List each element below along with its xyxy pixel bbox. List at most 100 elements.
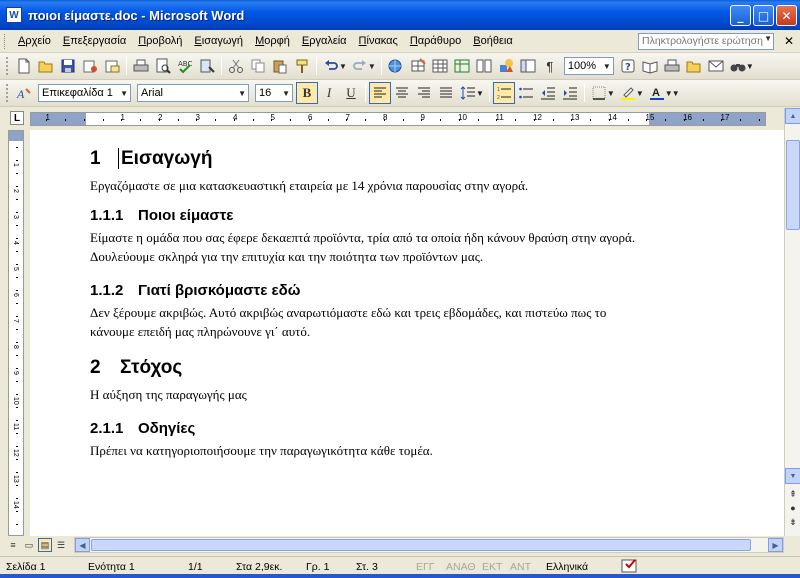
close-button[interactable]: ✕ xyxy=(776,5,797,26)
hyperlink-icon[interactable] xyxy=(385,55,407,77)
font-select[interactable]: Arial ▼ xyxy=(137,84,249,102)
mail-icon[interactable] xyxy=(705,55,727,77)
outline-view-icon[interactable]: ☰ xyxy=(54,538,68,552)
next-page-icon[interactable]: ⇟ xyxy=(787,516,799,528)
underline-button[interactable]: U xyxy=(340,82,362,104)
horizontal-ruler[interactable]: 1 1 2 3 4 5 6 7 8 9 10 11 12 13 14 15 16 17 xyxy=(30,112,766,126)
redo-dropdown-icon[interactable]: ▼ xyxy=(368,62,376,71)
folder-icon[interactable] xyxy=(683,55,705,77)
select-browse-object-icon[interactable]: ● xyxy=(787,502,799,514)
italic-button[interactable]: I xyxy=(318,82,340,104)
window-title: ποιοι είμαστε.doc - Microsoft Word xyxy=(28,7,245,23)
document-area[interactable]: 1 Εισαγωγή Εργαζόμαστε σε μια κατασκευασ… xyxy=(30,130,784,536)
chevron-down-icon[interactable]: ▼ xyxy=(672,89,680,98)
menu-help[interactable]: Βοήθεια xyxy=(467,35,518,47)
toolbar-grip[interactable] xyxy=(6,57,9,75)
research-icon[interactable] xyxy=(196,55,218,77)
horizontal-scrollbar[interactable]: ◀ ▶ xyxy=(74,537,784,553)
chevron-down-icon[interactable]: ▼ xyxy=(746,62,754,71)
web-layout-icon[interactable]: ▭ xyxy=(22,538,36,552)
show-formatting-icon[interactable]: ¶ xyxy=(539,55,561,77)
normal-view-icon[interactable]: ≡ xyxy=(6,538,20,552)
toolbar-grip[interactable] xyxy=(6,84,9,102)
status-language: Ελληνικά xyxy=(546,561,589,573)
heading-2-who-we-are: 1.1.1 Ποιοι είμαστε xyxy=(90,207,650,224)
print-icon[interactable] xyxy=(130,55,152,77)
print-layout-icon[interactable]: ▤ xyxy=(38,538,52,552)
scroll-down-arrow-icon[interactable]: ▼ xyxy=(785,468,800,484)
read-icon[interactable] xyxy=(639,55,661,77)
print-preview-icon[interactable] xyxy=(152,55,174,77)
menu-grip[interactable] xyxy=(4,33,7,49)
horizontal-scroll-thumb[interactable] xyxy=(91,539,751,551)
word-app-icon[interactable]: W xyxy=(6,7,22,23)
status-overtype[interactable]: ΑΝΤ xyxy=(510,561,531,573)
menu-tools[interactable]: Εργαλεία xyxy=(296,35,353,47)
align-left-button[interactable] xyxy=(369,82,391,104)
maximize-button[interactable]: □ xyxy=(753,5,774,26)
minimize-button[interactable]: _ xyxy=(730,5,751,26)
insert-excel-icon[interactable] xyxy=(451,55,473,77)
bold-button[interactable]: B xyxy=(296,82,318,104)
decrease-indent-button[interactable] xyxy=(537,82,559,104)
copy-icon[interactable] xyxy=(247,55,269,77)
print2-icon[interactable] xyxy=(661,55,683,77)
align-right-button[interactable] xyxy=(413,82,435,104)
scroll-up-arrow-icon[interactable]: ▲ xyxy=(785,108,800,124)
save-icon[interactable] xyxy=(57,55,79,77)
status-track-changes[interactable]: ΑΝΑΘ xyxy=(446,561,476,573)
cut-icon[interactable] xyxy=(225,55,247,77)
styles-icon[interactable]: A xyxy=(13,82,35,104)
scroll-left-arrow-icon[interactable]: ◀ xyxy=(75,538,90,552)
document-map-icon[interactable] xyxy=(517,55,539,77)
justify-button[interactable] xyxy=(435,82,457,104)
chevron-down-icon[interactable]: ▼ xyxy=(636,89,644,98)
tab-selector[interactable]: L xyxy=(10,111,24,125)
tables-borders-icon[interactable] xyxy=(407,55,429,77)
help-icon[interactable]: ? xyxy=(617,55,639,77)
format-painter-icon[interactable] xyxy=(291,55,313,77)
permission-icon[interactable] xyxy=(79,55,101,77)
ask-question-input[interactable]: Πληκτρολογήστε ερώτηση xyxy=(638,33,774,50)
vertical-scrollbar[interactable]: ▲ ▼ ⇞ ● ⇟ xyxy=(784,108,800,536)
status-extend[interactable]: ΕΚΤ xyxy=(482,561,502,573)
style-select[interactable]: Επικεφαλίδα 1 ▼ xyxy=(38,84,131,102)
ruler-tick xyxy=(16,186,18,187)
numbering-button[interactable]: 12 xyxy=(492,82,515,104)
ruler-tick xyxy=(402,119,404,121)
chevron-down-icon[interactable]: ▼ xyxy=(476,89,484,98)
scroll-thumb[interactable] xyxy=(786,140,800,230)
chevron-down-icon[interactable]: ▼ xyxy=(607,89,615,98)
menu-table[interactable]: Πίνακας xyxy=(353,35,404,47)
font-size-select[interactable]: 16 ▼ xyxy=(255,84,293,102)
menu-file[interactable]: Αρχείο xyxy=(12,35,57,47)
previous-page-icon[interactable]: ⇞ xyxy=(787,488,799,500)
align-center-button[interactable] xyxy=(391,82,413,104)
bullets-button[interactable] xyxy=(515,82,537,104)
menu-insert[interactable]: Εισαγωγή xyxy=(188,35,249,47)
chevron-down-icon[interactable]: ▼ xyxy=(764,34,772,43)
menu-window[interactable]: Παράθυρο xyxy=(404,35,467,47)
undo-dropdown-icon[interactable]: ▼ xyxy=(339,62,347,71)
paragraph: Είμαστε η ομάδα που σας έφερε δεκαεπτά π… xyxy=(90,230,636,264)
vertical-ruler[interactable]: 1 2 3 4 5 6 7 8 9 10 11 12 13 14 xyxy=(8,130,24,536)
status-record[interactable]: ΕΓΓ xyxy=(416,561,435,573)
document-page[interactable]: 1 Εισαγωγή Εργαζόμαστε σε μια κατασκευασ… xyxy=(90,148,650,460)
email-icon[interactable] xyxy=(101,55,123,77)
increase-indent-button[interactable] xyxy=(559,82,581,104)
menu-view[interactable]: Προβολή xyxy=(132,35,188,47)
menu-edit[interactable]: Επεξεργασία xyxy=(57,35,132,47)
insert-table-icon[interactable] xyxy=(429,55,451,77)
spelling-icon[interactable]: ABC xyxy=(174,55,196,77)
scroll-right-arrow-icon[interactable]: ▶ xyxy=(768,538,783,552)
new-document-icon[interactable] xyxy=(13,55,35,77)
menu-format[interactable]: Μορφή xyxy=(249,35,296,47)
zoom-select[interactable]: 100% ▼ xyxy=(563,57,614,75)
ruler-tick xyxy=(252,119,254,121)
paste-icon[interactable] xyxy=(269,55,291,77)
ruler-number: 14 xyxy=(12,501,19,509)
drawing-icon[interactable] xyxy=(495,55,517,77)
document-close-button[interactable]: ✕ xyxy=(784,34,794,48)
columns-icon[interactable] xyxy=(473,55,495,77)
open-folder-icon[interactable] xyxy=(35,55,57,77)
